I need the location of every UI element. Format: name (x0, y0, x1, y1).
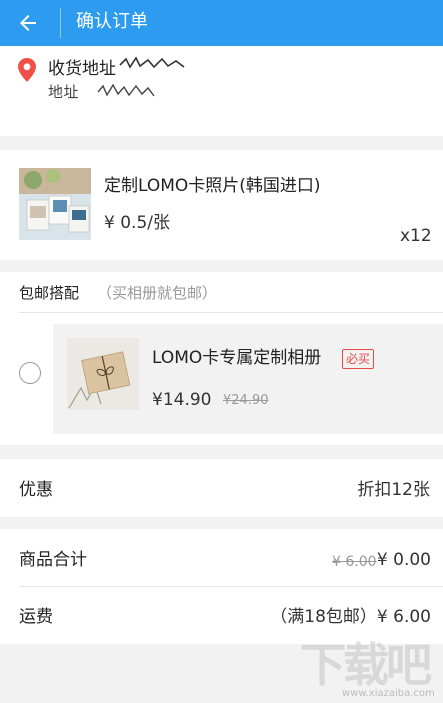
bundle-item-original-price: ¥24.90 (223, 393, 269, 408)
goods-total-value: ¥ 0.00 (376, 550, 431, 570)
bundle-select-checkbox[interactable] (19, 362, 41, 384)
page-title: 确认订单 (76, 11, 148, 32)
album-thumbnail[interactable] (67, 338, 139, 410)
bundle-title: 包邮搭配 (19, 284, 80, 302)
product-thumbnail[interactable] (19, 168, 91, 240)
divider (19, 586, 443, 587)
goods-total-label: 商品合计 (19, 550, 87, 570)
product-quantity: x12 (400, 226, 432, 246)
watermark: 下载吧 www.xiazaiba.com (300, 640, 440, 702)
app-header (0, 0, 443, 46)
shipping-value: （满18包邮）¥ 6.00 (270, 607, 431, 627)
discount-value: 折扣12张 (357, 480, 430, 500)
must-buy-badge: 必买 (342, 349, 375, 369)
divider (19, 312, 443, 313)
watermark-url: www.xiazaiba.com (342, 688, 435, 699)
shipping-label: 运费 (19, 607, 53, 627)
arrow-left-icon (20, 15, 36, 31)
bundle-note: （买相册就包邮） (97, 284, 218, 302)
bundle-item-name: LOMO卡专属定制相册 (152, 348, 322, 368)
location-pin-icon (18, 58, 36, 82)
address-detail: 地址 (48, 83, 80, 101)
watermark-logo: 下载吧 (300, 638, 432, 692)
product-title: 定制LOMO卡照片(韩国进口) (104, 176, 321, 196)
redacted-scribble (119, 56, 185, 69)
discount-label: 优惠 (19, 480, 53, 500)
address-label: 收货地址 (48, 59, 116, 79)
product-price: ¥ 0.5/张 (104, 213, 170, 233)
goods-total-original: ¥ 6.00 (332, 554, 377, 570)
redacted-scribble (97, 83, 155, 97)
bundle-item-price: ¥14.90 (152, 390, 212, 410)
header-divider (60, 8, 61, 38)
back-button[interactable] (8, 5, 48, 41)
